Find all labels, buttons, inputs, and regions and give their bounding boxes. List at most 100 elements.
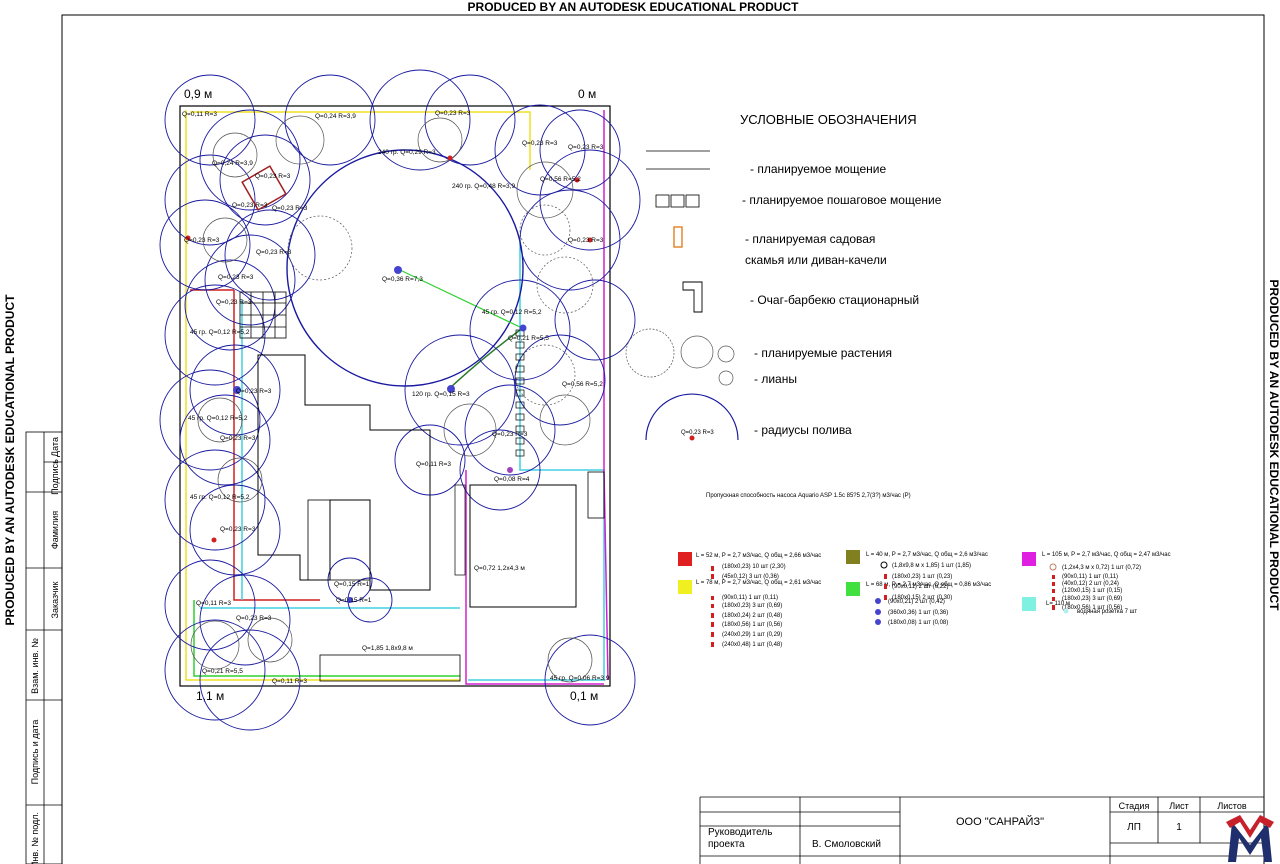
corner-top-right: 0 м: [578, 87, 596, 101]
house-terrace: [307, 499, 371, 581]
sprinkler-label: Q=0,24 R=3,9: [212, 160, 253, 167]
pipe-cyan-right: [468, 240, 605, 681]
stamp-surname: Фамилия: [50, 511, 60, 549]
sprinkler-label: Q=0,23 R=3: [236, 388, 272, 395]
sprinkler-label: Q=0,23 R=3: [218, 274, 254, 281]
circuit-row: (180x0,23) 3 шт (0,69): [722, 603, 782, 609]
shed: [587, 471, 605, 519]
sprinkler-label: Q=0,56 R=5,2: [562, 381, 603, 388]
sprinkler-label: Q=0,23 R=3: [272, 205, 308, 212]
sprinkler-label: Q=0,11 R=3: [196, 600, 231, 607]
sprinkler-label: Q=0,21 R=5,5: [202, 668, 243, 675]
legend-vines: - лианы: [754, 372, 797, 386]
sprinkler-label: Q=0,15 R=1: [334, 581, 370, 588]
pipe-red: [233, 290, 320, 601]
stamp-replace-inv: Взам. инв. №: [30, 638, 40, 694]
circuit-row: (240x0,48) 1 шт (0,48): [722, 642, 782, 648]
legend-radius: - радиусы полива: [754, 423, 852, 437]
landscape-irrigation-plan: PRODUCED BY AN AUTODESK EDUCATIONAL PROD…: [3, 0, 1280, 864]
bench-icon: [673, 226, 683, 248]
circuit-swatch-green: [846, 582, 860, 596]
step-paving-icon: [655, 194, 700, 208]
circuit-swatch-olive: [846, 550, 860, 564]
circuit-row: (1,8x9,8 м x 1,85) 1 шт (1,85): [892, 563, 971, 569]
paving-lines-icon: [646, 150, 710, 170]
circuit-row: (180x0,08) 1 шт (0,08): [888, 620, 948, 626]
sprinkler-label: Q=0,08 R=4: [494, 476, 530, 483]
planter-bed: [319, 654, 461, 682]
circuit-header: L = 78 м, P = 2,7 м3/час, Q общ = 2,61 м…: [696, 580, 821, 586]
title-block-text: ООО "САНРАЙЗ" Стадия Лист Листов ЛП 1 В.…: [708, 801, 1247, 850]
sprinkler-label: 45 гр. Q=0,12 R=5,2: [188, 415, 248, 422]
sprinkler-label: Q=0,23 R=3: [232, 202, 268, 209]
circuit-header: L = 40 м, P = 2,7 м3/час, Q общ = 2,6 м3…: [866, 552, 988, 558]
sprinkler-label: Q=0,21 R=5,5: [508, 335, 549, 342]
circuit-row: (90x0,11) 1 шт (0,11): [1062, 574, 1118, 580]
corner-bottom-right: 0,1 м: [570, 689, 598, 703]
sprinkler-label: Q=0,23 R=3: [220, 526, 256, 533]
irrigation-pipes: [185, 110, 609, 685]
sprinkler-label: Q=0,23 R=3: [256, 249, 292, 256]
sprinkler-heads: [185, 155, 593, 603]
circuit-row: (120x0,15) 1 шт (0,15): [1062, 588, 1122, 594]
side-bench: [454, 484, 466, 576]
sprinkler-label: Q=0,56 R=5,2: [540, 176, 581, 183]
sprinkler-label: Q=0,23 R=3: [492, 431, 528, 438]
sprinkler-label: Q=0,23 R=3: [184, 237, 220, 244]
watermark-left: PRODUCED BY AN AUTODESK EDUCATIONAL PROD…: [3, 294, 17, 626]
sprinkler-label: Q=0,11 R=3: [182, 111, 217, 118]
circuit-row: (180x0,23) 1 шт (0,23): [892, 574, 952, 580]
circuit-swatch-cyan: [1022, 597, 1036, 611]
corner-top-left: 0,9 м: [184, 87, 212, 101]
circuit-row: (180x0,56) 1 шт (0,56): [722, 622, 782, 628]
lawn-rectangle: [469, 484, 577, 608]
legend-title: УСЛОВНЫЕ ОБОЗНАЧЕНИЯ: [740, 112, 917, 127]
sprinkler-label: 45 гр. Q=0,06 R=3,9: [550, 675, 610, 682]
sprinkler-label: Q=0,24 R=3,9: [315, 113, 356, 120]
pipe-magenta-lawn: [465, 470, 604, 685]
vines-icon: [718, 370, 734, 386]
sprinkler-label: Q=0,23 R=3: [255, 173, 291, 180]
sprinkler-label: Q=0,23 R=3: [435, 110, 471, 117]
corner-bottom-left: 1,1 м: [196, 689, 224, 703]
circuit-row: (180x0,23) 10 шт (2,30): [722, 564, 786, 570]
circuit-row: (40x0,12) 2 шт (0,24): [1062, 581, 1119, 587]
pipe-green: [193, 600, 460, 677]
role-label: Руководитель проекта: [708, 827, 773, 850]
site-plan: 0,9 м 0 м 1,1 м 0,1 м Q=0,11 R=3 Q=0,24 …: [159, 69, 641, 731]
role-wrap: Руководитель проекта: [708, 827, 773, 850]
sprinkler-label: Q=0,11 R=3: [416, 461, 451, 468]
sheet-value: 1: [1176, 822, 1182, 833]
circuit-row: (180x0,23) 3 шт (0,69): [1062, 596, 1122, 602]
sprinkler-label: Q=0,36 R=7,3: [382, 276, 423, 283]
watermark-top: PRODUCED BY AN AUTODESK EDUCATIONAL PROD…: [468, 0, 800, 14]
sprinkler-label: Q=1,85 1,8x9,8 м: [362, 645, 413, 652]
sprinkler-label: Q=0,72 1,2x4,3 м: [474, 565, 525, 572]
sprinkler-label: Q=0,11 R=3: [272, 678, 307, 685]
stamp-date: Дата: [50, 437, 60, 457]
sprinkler-label: Q=0,23 R=3: [220, 435, 256, 442]
circuit-swatch-yellow: [678, 580, 692, 594]
bbq-icon: [682, 281, 703, 313]
company-logo: [1226, 815, 1274, 862]
watering-radii: [159, 69, 641, 731]
circuit-row: (1,2x4,3 м x 0,72) 1 шт (0,72): [1062, 565, 1141, 571]
sprinkler-label: Q=0,23 R=3: [216, 299, 252, 306]
sprinkler-label: 240 гр. Q=0,29 R=3: [378, 149, 436, 156]
legend-radius-sample: Q=0,23 R=3: [681, 430, 714, 436]
sheet-header: Лист: [1169, 801, 1189, 811]
sprinkler-label: 120 гр. Q=0,15 R=3: [412, 391, 470, 398]
sprinkler-label: Q=0,23 R=3: [568, 237, 604, 244]
sprinkler-label: Q=0,23 R=3: [568, 144, 604, 151]
plants-icon: [625, 328, 735, 378]
sheets-header: Листов: [1217, 801, 1246, 811]
legend-paving: - планируемое мощение: [750, 162, 887, 176]
circuit-row: (240x0,29) 1 шт (0,29): [722, 632, 782, 638]
stage-header: Стадия: [1119, 801, 1150, 811]
circuit-swatch-magenta: [1022, 552, 1036, 566]
company-name: ООО "САНРАЙЗ": [956, 815, 1044, 828]
legend-bbq: - Очаг-барбекю стационарный: [750, 293, 919, 307]
legend-bench-1: - планируемая садовая: [745, 232, 875, 246]
circuit-row: водяная розетка 7 шт: [1077, 609, 1137, 615]
stamp-signature-date: Подпись и дата: [30, 720, 40, 785]
